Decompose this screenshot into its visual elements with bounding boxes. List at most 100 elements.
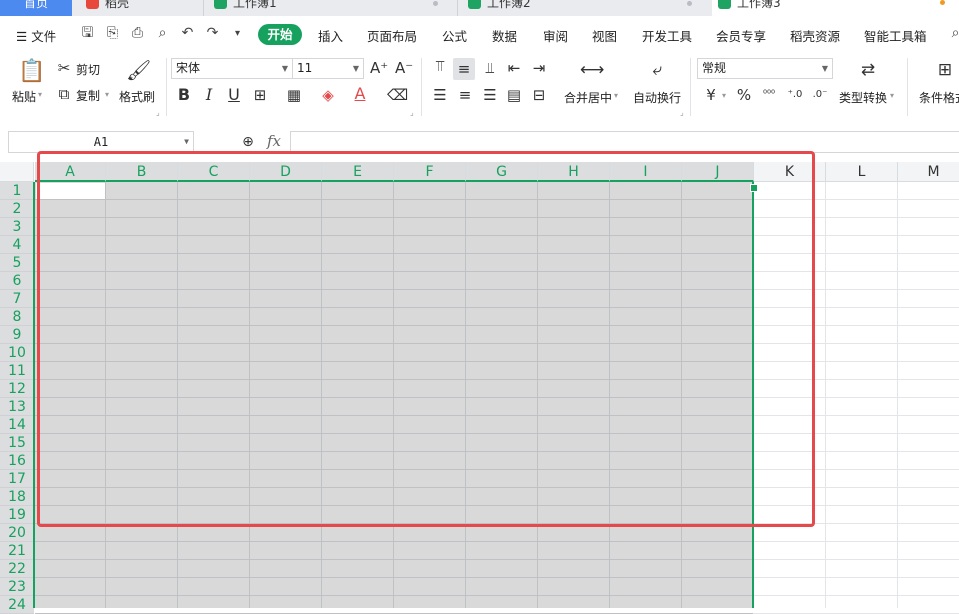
wrap-text-button[interactable]: 自动换行 [633, 89, 681, 106]
row-header-15[interactable]: 15 [0, 434, 34, 452]
row-header-12[interactable]: 12 [0, 380, 34, 398]
row-header-14[interactable]: 14 [0, 416, 34, 434]
fill-color-icon[interactable]: ◈ [318, 87, 338, 103]
font-size-select[interactable]: 11 ▼ [292, 58, 364, 79]
bold-button[interactable]: B [176, 87, 192, 103]
column-header-b[interactable]: B [106, 162, 178, 182]
decrease-decimal-icon[interactable]: .0⁻ [811, 87, 829, 103]
row-header-23[interactable]: 23 [0, 578, 34, 596]
column-header-d[interactable]: D [250, 162, 322, 182]
select-all-corner[interactable] [0, 162, 34, 182]
menu-tab-page-layout[interactable]: 页面布局 [367, 26, 417, 45]
align-center-icon[interactable]: ≡ [456, 87, 474, 103]
menu-tab-insert[interactable]: 插入 [318, 26, 343, 45]
formula-input[interactable] [290, 131, 959, 153]
row-header-2[interactable]: 2 [0, 200, 34, 218]
tab-docer[interactable]: 稻壳 [78, 0, 198, 16]
tab-close-icon[interactable] [433, 1, 438, 6]
column-header-j[interactable]: J [682, 162, 754, 182]
undo-icon[interactable]: ↶ [180, 26, 195, 41]
increase-decimal-icon[interactable]: ⁺.0 [786, 87, 804, 103]
number-format-select[interactable]: 常规 ▼ [697, 58, 833, 79]
format-painter-button[interactable]: 格式刷 [119, 88, 155, 105]
row-header-3[interactable]: 3 [0, 218, 34, 236]
column-header-h[interactable]: H [538, 162, 610, 182]
print-icon[interactable]: ⎙ [130, 26, 145, 41]
align-left-icon[interactable]: ☰ [431, 87, 449, 103]
column-header-i[interactable]: I [610, 162, 682, 182]
row-header-7[interactable]: 7 [0, 290, 34, 308]
quick-access-dropdown-icon[interactable]: ▾ [230, 26, 245, 41]
align-bottom-icon[interactable]: ⫫ [481, 60, 499, 76]
align-right-icon[interactable]: ☰ [481, 87, 499, 103]
conditional-format-icon[interactable]: ⊞ [934, 62, 956, 79]
row-header-6[interactable]: 6 [0, 272, 34, 290]
fx-label[interactable]: fx [264, 133, 284, 149]
border-icon[interactable]: ⊞ [250, 87, 270, 103]
wrap-text-icon[interactable]: ⤶ [645, 62, 669, 79]
menu-tab-docer-resources[interactable]: 稻壳资源 [790, 26, 840, 45]
row-header-1[interactable]: 1 [0, 182, 34, 200]
column-header-l[interactable]: L [826, 162, 898, 182]
export-icon[interactable]: ⎘ [105, 26, 120, 41]
distributed-icon[interactable]: ⊟ [530, 87, 548, 103]
align-middle-icon[interactable]: ≡ [453, 58, 475, 80]
decrease-font-icon[interactable]: A⁻ [395, 60, 413, 76]
tab-workbook1[interactable]: 工作簿1 [210, 0, 450, 16]
column-header-k[interactable]: K [754, 162, 826, 182]
column-header-e[interactable]: E [322, 162, 394, 182]
increase-indent-icon[interactable]: ⇥ [530, 60, 548, 76]
row-header-21[interactable]: 21 [0, 542, 34, 560]
row-header-9[interactable]: 9 [0, 326, 34, 344]
row-header-22[interactable]: 22 [0, 560, 34, 578]
menu-tab-smart-toolbox[interactable]: 智能工具箱 [864, 26, 927, 45]
font-name-select[interactable]: 宋体 ▼ [171, 58, 293, 79]
tab-workbook2[interactable]: 工作簿2 [464, 0, 704, 16]
print-preview-icon[interactable]: ⌕ [155, 26, 170, 41]
thousands-separator-icon[interactable]: ⁰⁰⁰ [760, 87, 778, 103]
menu-tab-data[interactable]: 数据 [492, 26, 517, 45]
type-convert-icon[interactable]: ⇄ [857, 62, 879, 79]
column-header-a[interactable]: A [35, 162, 106, 182]
row-header-5[interactable]: 5 [0, 254, 34, 272]
menu-tab-formulas[interactable]: 公式 [442, 26, 467, 45]
row-header-4[interactable]: 4 [0, 236, 34, 254]
row-header-16[interactable]: 16 [0, 452, 34, 470]
type-convert-button[interactable]: 类型转换 [839, 89, 887, 106]
copy-button[interactable]: 复制 [76, 87, 100, 104]
align-top-icon[interactable]: ⫪ [431, 58, 449, 74]
percent-button[interactable]: % [735, 87, 753, 103]
row-header-24[interactable]: 24 [0, 596, 34, 614]
scissors-icon[interactable]: ✂ [56, 60, 72, 76]
menu-tab-home[interactable]: 开始 [258, 24, 302, 45]
redo-icon[interactable]: ↷ [205, 26, 220, 41]
copy-icon[interactable]: ⧉ [56, 86, 72, 102]
merge-center-button[interactable]: 合并居中 [564, 89, 612, 106]
cut-button[interactable]: 剪切 [76, 61, 100, 78]
zoom-search-icon[interactable]: ⊕ [240, 134, 256, 150]
paste-icon[interactable]: 📋 [18, 60, 45, 84]
row-header-11[interactable]: 11 [0, 362, 34, 380]
format-painter-icon[interactable]: 🖌 [126, 58, 151, 82]
tab-close-icon[interactable] [687, 1, 692, 6]
column-header-g[interactable]: G [466, 162, 538, 182]
row-header-17[interactable]: 17 [0, 470, 34, 488]
search-icon[interactable]: ⌕ [948, 26, 959, 41]
fill-pattern-icon[interactable]: ▦ [284, 87, 304, 103]
currency-button[interactable]: ¥ [702, 87, 720, 103]
file-menu[interactable]: ☰ 文件 [16, 26, 56, 45]
underline-button[interactable]: U [226, 87, 242, 103]
conditional-format-button[interactable]: 条件格式 [919, 89, 959, 106]
row-header-10[interactable]: 10 [0, 344, 34, 362]
clear-format-icon[interactable]: ⌫ [387, 87, 408, 103]
italic-button[interactable]: I [201, 87, 217, 103]
selected-range[interactable] [35, 182, 753, 608]
column-header-c[interactable]: C [178, 162, 250, 182]
fill-handle[interactable] [750, 184, 758, 192]
save-icon[interactable]: 🖫 [80, 26, 95, 41]
menu-tab-member[interactable]: 会员专享 [716, 26, 766, 45]
increase-font-icon[interactable]: A⁺ [370, 60, 388, 76]
menu-tab-view[interactable]: 视图 [592, 26, 617, 45]
column-header-m[interactable]: M [898, 162, 959, 182]
row-header-20[interactable]: 20 [0, 524, 34, 542]
